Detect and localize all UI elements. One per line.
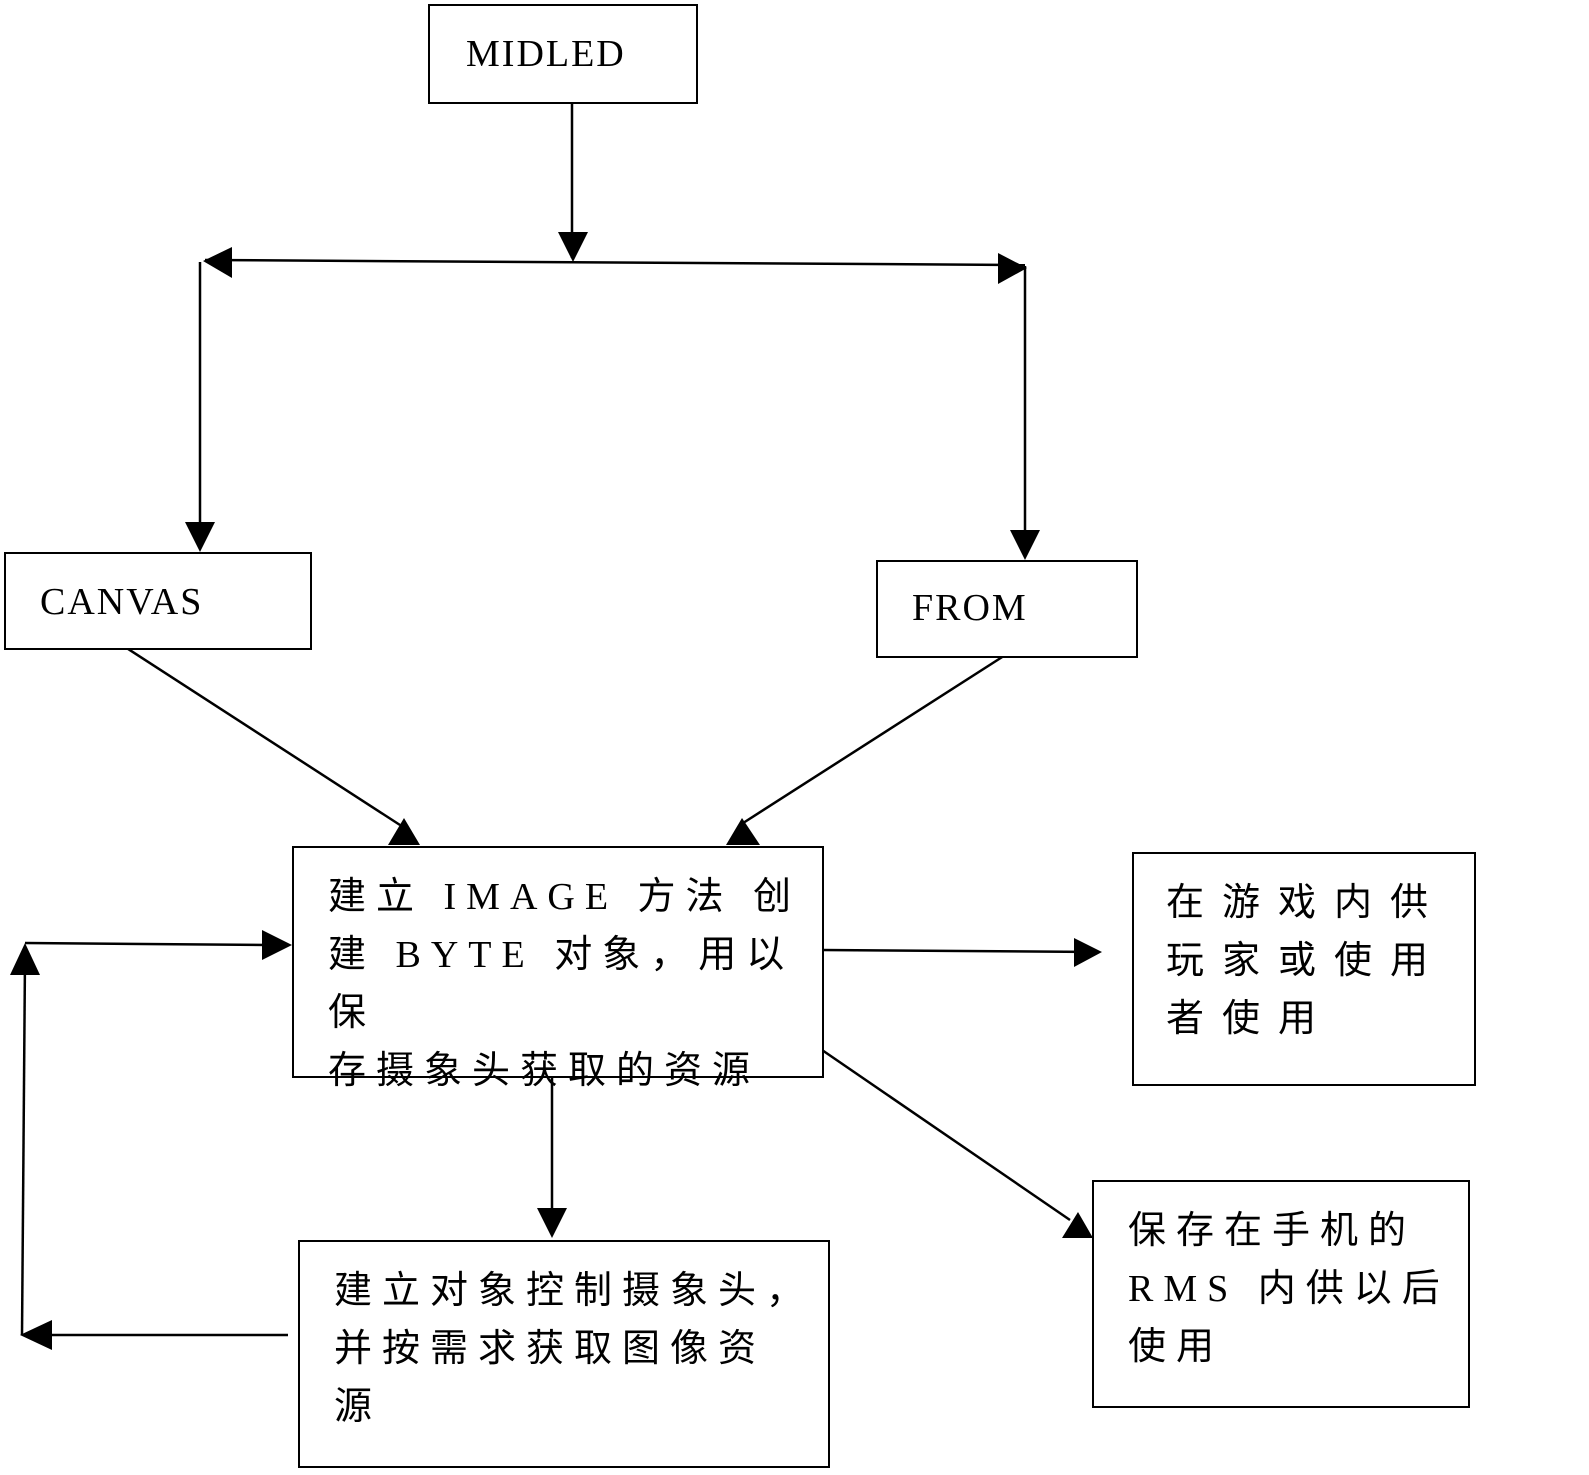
node-canvas: CANVAS [4,552,312,650]
node-camera-control-label: 建立对象控制摄象头， 并按需求获取图像资 源 [334,1270,815,1428]
arrowhead-to-rms-save [1062,1212,1093,1238]
node-midled-label: MIDLED [466,33,626,75]
edge-split-bar [204,258,1026,267]
node-rms-save: 保存在手机的 RMS 内供以后 使用 [1092,1180,1470,1408]
arrowhead-canvas-to-image [388,818,420,845]
edge-from-to-image [739,650,1011,827]
arrowhead-loop-left [20,1320,52,1350]
node-from: FROM [876,560,1138,658]
node-image-label: 建立 IMAGE 方法 创 建 BYTE 对象，用以保 存摄象头获取的资源 [328,876,802,1092]
arrowhead-loop-up [10,943,40,975]
node-game-use: 在游戏内供 玩家或使用 者使用 [1132,852,1476,1086]
arrowhead-to-camera-control [537,1208,567,1238]
arrowhead-midled-down [558,232,588,262]
arrowhead-split-right [998,253,1027,284]
edge-loop-top [24,941,269,947]
arrowhead-to-game-use [1074,938,1102,967]
node-rms-save-label: 保存在手机的 RMS 内供以后 使用 [1128,1210,1450,1368]
node-game-use-label: 在游戏内供 玩家或使用 者使用 [1166,882,1447,1040]
edge-loop-left [20,957,27,1336]
arrowhead-from-down [1010,530,1040,560]
node-midled: MIDLED [428,4,698,104]
node-from-label: FROM [912,587,1028,629]
arrowhead-loop-to-image [262,930,292,960]
node-camera-control: 建立对象控制摄象头， 并按需求获取图像资 源 [298,1240,830,1468]
edge-image-to-game-use [821,948,1099,954]
arrowhead-split-left [203,247,232,278]
arrowhead-from-to-image [726,818,760,845]
edge-image-to-rms-save [821,1048,1071,1222]
edge-canvas-to-image [121,643,401,827]
node-canvas-label: CANVAS [40,581,204,623]
arrowhead-canvas-down [185,522,215,552]
node-image: 建立 IMAGE 方法 创 建 BYTE 对象，用以保 存摄象头获取的资源 [292,846,824,1092]
